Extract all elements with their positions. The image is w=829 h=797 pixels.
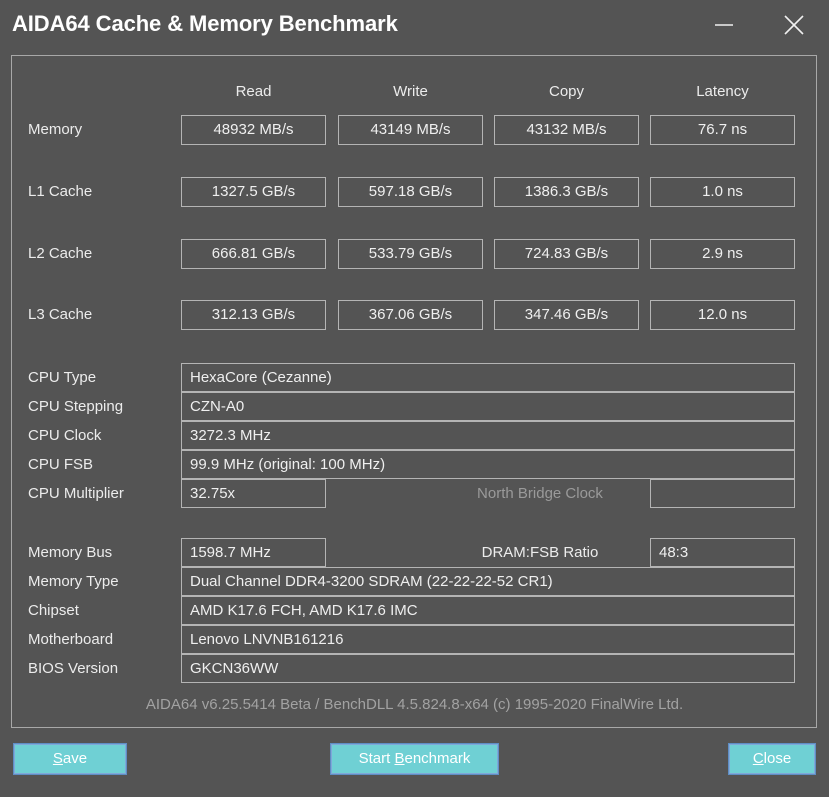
row-label-l3-cache: L3 Cache — [28, 306, 93, 323]
label-memory-bus: Memory Bus — [28, 544, 113, 561]
memory-read-value: 48932 MB/s — [181, 115, 326, 145]
label-cpu-fsb: CPU FSB — [28, 456, 94, 473]
l1-copy-value: 1386.3 GB/s — [494, 177, 639, 207]
label-cpu-clock: CPU Clock — [28, 427, 102, 444]
l1-latency-value: 1.0 ns — [650, 177, 795, 207]
l2-read-value: 666.81 GB/s — [181, 239, 326, 269]
row-label-l2-cache: L2 Cache — [28, 245, 93, 262]
l3-write-value: 367.06 GB/s — [338, 300, 483, 330]
label-motherboard: Motherboard — [28, 631, 114, 648]
row-label-memory: Memory — [28, 121, 83, 138]
minimize-icon — [715, 24, 733, 26]
memory-copy-value: 43132 MB/s — [494, 115, 639, 145]
close-button[interactable]: Close — [729, 744, 815, 774]
close-icon — [784, 15, 804, 35]
memory-bus-value: 1598.7 MHz — [181, 538, 326, 567]
l1-read-value: 1327.5 GB/s — [181, 177, 326, 207]
memory-latency-value: 76.7 ns — [650, 115, 795, 145]
l3-latency-value: 12.0 ns — [650, 300, 795, 330]
minimize-button[interactable] — [702, 6, 746, 44]
label-bios-version: BIOS Version — [28, 660, 119, 677]
save-button-label: Save — [52, 750, 88, 767]
title-bar: AIDA64 Cache & Memory Benchmark — [0, 0, 829, 52]
label-memory-type: Memory Type — [28, 573, 119, 590]
column-header-latency: Latency — [696, 83, 749, 100]
label-dram-fsb-ratio: DRAM:FSB Ratio — [481, 544, 599, 561]
l2-write-value: 533.79 GB/s — [338, 239, 483, 269]
start-benchmark-button-label: Start Benchmark — [358, 750, 471, 767]
window-title: AIDA64 Cache & Memory Benchmark — [12, 11, 398, 36]
dram-fsb-ratio-value: 48:3 — [650, 538, 795, 567]
start-benchmark-button[interactable]: Start Benchmark — [331, 744, 498, 774]
label-north-bridge-clock: North Bridge Clock — [477, 485, 603, 502]
cpu-fsb-value: 99.9 MHz (original: 100 MHz) — [181, 450, 795, 479]
column-header-write: Write — [393, 83, 428, 100]
label-cpu-type: CPU Type — [28, 369, 97, 386]
cpu-clock-value: 3272.3 MHz — [181, 421, 795, 450]
save-button[interactable]: Save — [14, 744, 126, 774]
l2-latency-value: 2.9 ns — [650, 239, 795, 269]
cpu-type-value: HexaCore (Cezanne) — [181, 363, 795, 392]
column-header-read: Read — [235, 83, 272, 100]
version-footer: AIDA64 v6.25.5414 Beta / BenchDLL 4.5.82… — [145, 696, 684, 713]
label-chipset: Chipset — [28, 602, 79, 619]
close-window-button[interactable] — [772, 6, 816, 44]
label-cpu-multiplier: CPU Multiplier — [28, 485, 124, 502]
cpu-stepping-value: CZN-A0 — [181, 392, 795, 421]
close-button-label: Close — [752, 750, 792, 767]
chipset-value: AMD K17.6 FCH, AMD K17.6 IMC — [181, 596, 795, 625]
l3-read-value: 312.13 GB/s — [181, 300, 326, 330]
label-cpu-stepping: CPU Stepping — [28, 398, 124, 415]
memory-write-value: 43149 MB/s — [338, 115, 483, 145]
row-label-l1-cache: L1 Cache — [28, 183, 93, 200]
cpu-multiplier-value: 32.75x — [181, 479, 326, 508]
north-bridge-clock-value — [650, 479, 795, 508]
l3-copy-value: 347.46 GB/s — [494, 300, 639, 330]
column-header-copy: Copy — [548, 83, 585, 100]
l2-copy-value: 724.83 GB/s — [494, 239, 639, 269]
motherboard-value: Lenovo LNVNB161216 — [181, 625, 795, 654]
l1-write-value: 597.18 GB/s — [338, 177, 483, 207]
bios-version-value: GKCN36WW — [181, 654, 795, 683]
memory-type-value: Dual Channel DDR4-3200 SDRAM (22-22-22-5… — [181, 567, 795, 596]
